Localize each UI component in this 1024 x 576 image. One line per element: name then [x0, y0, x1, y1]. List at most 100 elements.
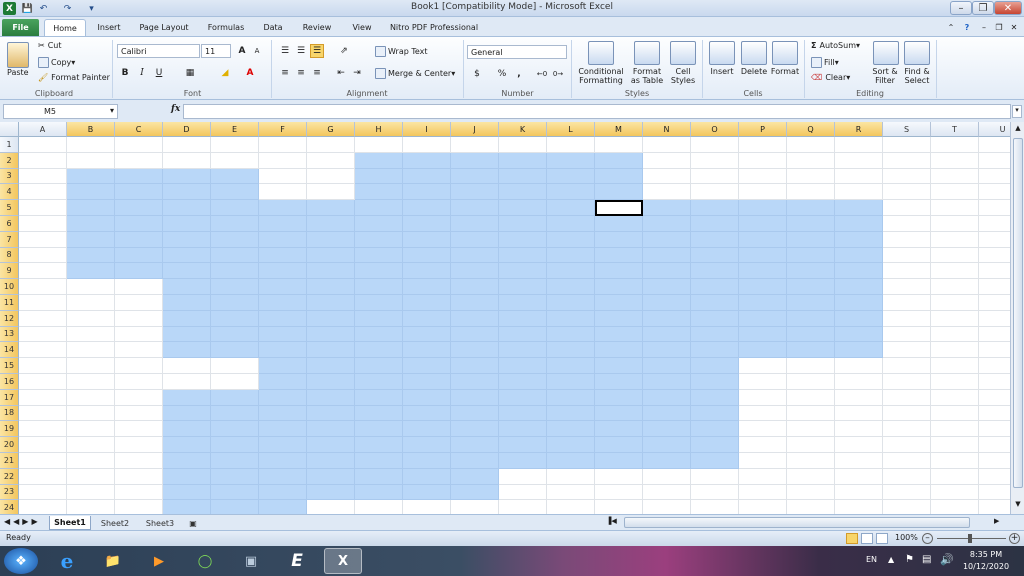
grid-cell[interactable]: [19, 405, 67, 422]
grid-cell[interactable]: [67, 295, 115, 311]
grid-cell[interactable]: [67, 184, 115, 201]
horizontal-scroll-thumb[interactable]: [624, 517, 970, 528]
grid-cell[interactable]: [691, 405, 739, 422]
column-header[interactable]: H: [355, 122, 403, 137]
grid-cell[interactable]: [691, 184, 739, 201]
grid-cell[interactable]: [115, 310, 163, 327]
grid-cell[interactable]: [979, 358, 1010, 374]
grid-cell[interactable]: [739, 421, 787, 438]
grid-cell[interactable]: [499, 342, 547, 359]
grid-cell[interactable]: [19, 216, 67, 232]
cut-button[interactable]: ✂ Cut: [38, 41, 62, 50]
column-header[interactable]: N: [643, 122, 691, 137]
grid-cell[interactable]: [211, 342, 259, 359]
grid-cell[interactable]: [547, 342, 595, 359]
volume-icon[interactable]: 🔊: [940, 553, 954, 566]
close-button[interactable]: ✕: [994, 1, 1022, 15]
grid-cell[interactable]: [787, 437, 835, 453]
grid-cell[interactable]: [883, 310, 931, 327]
grid-cell[interactable]: [739, 374, 787, 390]
grid-cell[interactable]: [691, 231, 739, 248]
grid-cell[interactable]: [403, 500, 451, 514]
grid-cell[interactable]: [451, 295, 499, 311]
grid-cell[interactable]: [259, 263, 307, 280]
grid-cell[interactable]: [211, 231, 259, 248]
grid-cell[interactable]: [979, 168, 1010, 185]
row-header[interactable]: 17: [0, 389, 19, 406]
scroll-down-icon[interactable]: ▼: [1013, 500, 1023, 510]
grid-cell[interactable]: [739, 295, 787, 311]
grid-cell[interactable]: [499, 216, 547, 232]
grid-cell[interactable]: [259, 200, 307, 216]
grid-cell[interactable]: [403, 484, 451, 501]
grid-cell[interactable]: [835, 231, 883, 248]
row-header[interactable]: 10: [0, 279, 19, 295]
grid-cell[interactable]: [595, 437, 643, 453]
grid-cell[interactable]: [451, 263, 499, 280]
grid-cell[interactable]: [355, 263, 403, 280]
row-header[interactable]: 9: [0, 263, 19, 280]
grid-cell[interactable]: [163, 342, 211, 359]
grid-cell[interactable]: [307, 326, 355, 343]
grid-cell[interactable]: [643, 484, 691, 501]
row-header[interactable]: 20: [0, 437, 19, 453]
workbook-minimize-icon[interactable]: –: [978, 19, 990, 36]
grid-cell[interactable]: [883, 279, 931, 295]
media-player-icon[interactable]: ▶: [140, 548, 178, 574]
insert-function-icon[interactable]: fx: [171, 104, 180, 114]
grid-cell[interactable]: [835, 484, 883, 501]
column-header[interactable]: L: [547, 122, 595, 137]
scroll-up-icon[interactable]: ▲: [1013, 124, 1023, 134]
grid-cell[interactable]: [499, 484, 547, 501]
grid-cell[interactable]: [355, 500, 403, 514]
grid-cell[interactable]: [19, 263, 67, 280]
row-header[interactable]: 15: [0, 358, 19, 374]
grid-cell[interactable]: [259, 279, 307, 295]
grid-cell[interactable]: [499, 453, 547, 469]
grid-cell[interactable]: [931, 247, 979, 264]
grid-cell[interactable]: [979, 152, 1010, 169]
grid-cell[interactable]: [499, 152, 547, 169]
worksheet-grid[interactable]: A B C D E F G H I J K L M N O P Q R S T U 1 2 3 4 5 6 7 8 9 10 11 12 13 14…: [0, 122, 1010, 514]
restore-button[interactable]: ❐: [972, 1, 994, 15]
grid-cell[interactable]: [787, 484, 835, 501]
grid-cell[interactable]: [19, 279, 67, 295]
grid-cell[interactable]: [19, 484, 67, 501]
grid-cell[interactable]: [979, 484, 1010, 501]
format-as-table-icon[interactable]: [634, 41, 660, 65]
grid-cell[interactable]: [979, 231, 1010, 248]
grid-cell[interactable]: [547, 279, 595, 295]
grid-cell[interactable]: [259, 405, 307, 422]
grid-cell[interactable]: [787, 342, 835, 359]
select-all-button[interactable]: [0, 122, 19, 137]
column-header[interactable]: P: [739, 122, 787, 137]
grid-cell[interactable]: [931, 484, 979, 501]
language-indicator[interactable]: EN: [866, 555, 877, 564]
grid-cell[interactable]: [931, 184, 979, 201]
grid-cell[interactable]: [19, 152, 67, 169]
grid-cell[interactable]: [451, 184, 499, 201]
grid-cell[interactable]: [115, 484, 163, 501]
grid-cell[interactable]: [115, 437, 163, 453]
grid-cell[interactable]: [355, 453, 403, 469]
grid-cell[interactable]: [355, 437, 403, 453]
grid-cell[interactable]: [835, 437, 883, 453]
grid-cell[interactable]: [547, 358, 595, 374]
tab-nitro-pdf[interactable]: Nitro PDF Professional: [384, 19, 484, 36]
grid-cell[interactable]: [643, 295, 691, 311]
grid-cell[interactable]: [115, 137, 163, 153]
grid-cell[interactable]: [19, 326, 67, 343]
grid-cell[interactable]: [259, 389, 307, 406]
grid-cell[interactable]: [163, 358, 211, 374]
grid-cell[interactable]: [931, 500, 979, 514]
grid-cell[interactable]: [643, 421, 691, 438]
row-header[interactable]: 19: [0, 421, 19, 438]
grid-cell[interactable]: [355, 342, 403, 359]
grid-cell[interactable]: [979, 279, 1010, 295]
sheet-tab-sheet1[interactable]: Sheet1: [49, 516, 91, 530]
grid-cell[interactable]: [67, 263, 115, 280]
grid-cell[interactable]: [643, 358, 691, 374]
grid-cell[interactable]: [451, 137, 499, 153]
column-header[interactable]: M: [595, 122, 643, 137]
grid-cell[interactable]: [643, 152, 691, 169]
